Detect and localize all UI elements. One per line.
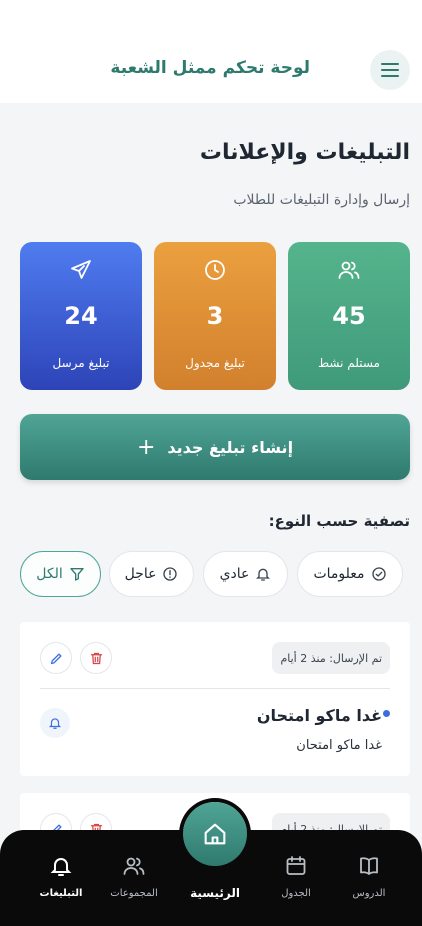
users-icon — [123, 857, 145, 875]
divider — [40, 688, 390, 689]
filter-chip-label: عادي — [219, 566, 250, 582]
stat-card-scheduled: 3 تبليغ مجدول — [154, 242, 276, 390]
menu-button[interactable] — [370, 50, 410, 90]
nav-label: التبليغات — [39, 888, 83, 899]
home-label: الرئيسية — [190, 886, 240, 900]
edit-button[interactable] — [40, 642, 72, 674]
bell-icon — [256, 568, 271, 581]
filter-label: تصفية حسب النوع: — [268, 512, 410, 530]
stat-label: تبليغ مرسل — [52, 356, 110, 370]
filter-chip-info[interactable]: معلومات — [297, 551, 403, 597]
send-icon — [71, 260, 91, 279]
stat-value: 45 — [332, 302, 366, 330]
unread-dot — [383, 710, 390, 717]
trash-icon — [90, 652, 102, 664]
calendar-icon — [286, 856, 306, 875]
clock-icon — [205, 260, 225, 280]
plus-icon: + — [136, 434, 156, 460]
app-title: لوحة تحكم ممثل الشعبة — [110, 58, 310, 78]
notification-body: غدا ماكو امتحان — [296, 738, 382, 753]
page-title: التبليغات والإعلانات — [199, 140, 410, 165]
create-notification-button[interactable]: إنشاء تبليغ جديد + — [20, 414, 410, 480]
stat-label: مستلم نشط — [318, 356, 380, 370]
pencil-icon — [50, 653, 61, 664]
nav-label: الدروس — [352, 888, 386, 899]
stat-card-active-recipients: 45 مستلم نشط — [288, 242, 410, 390]
delete-button[interactable] — [80, 642, 112, 674]
filter-chip-label: الكل — [36, 566, 63, 582]
filter-icon — [70, 568, 84, 581]
nav-item-notifications[interactable]: التبليغات — [26, 852, 96, 899]
nav-label: الجدول — [281, 888, 311, 899]
home-button[interactable] — [183, 802, 247, 866]
bell-icon — [50, 858, 72, 876]
stat-value: 3 — [206, 302, 224, 330]
check-circle-icon — [371, 567, 386, 581]
notification-type-bell — [40, 708, 70, 738]
stat-card-sent: 24 تبليغ مرسل — [20, 242, 142, 390]
notification-title: غدا ماكو امتحان — [256, 706, 382, 725]
stat-label: تبليغ مجدول — [185, 356, 245, 370]
create-button-label: إنشاء تبليغ جديد — [167, 437, 294, 457]
filter-chip-label: معلومات — [313, 566, 365, 582]
nav-item-groups[interactable]: المجموعات — [99, 852, 169, 899]
home-icon — [204, 823, 226, 845]
book-icon — [360, 857, 378, 875]
filter-chip-urgent[interactable]: عاجل — [109, 551, 194, 597]
top-bar: لوحة تحكم ممثل الشعبة — [0, 0, 422, 103]
nav-label: المجموعات — [110, 888, 158, 899]
filter-chip-label: عاجل — [124, 566, 157, 582]
filter-chip-normal[interactable]: عادي — [203, 551, 288, 597]
alert-circle-icon — [163, 567, 178, 581]
sent-time-badge: تم الإرسال: منذ 2 أيام — [272, 642, 390, 674]
nav-item-schedule[interactable]: الجدول — [261, 852, 331, 899]
users-icon — [338, 261, 360, 279]
stat-value: 24 — [64, 302, 98, 330]
nav-item-lessons[interactable]: الدروس — [334, 852, 404, 899]
menu-icon — [381, 63, 399, 77]
page-subtitle: إرسال وإدارة التبليغات للطلاب — [233, 192, 410, 208]
bell-icon — [48, 718, 62, 729]
filter-chip-all[interactable]: الكل — [20, 551, 101, 597]
notification-card: تم الإرسال: منذ 2 أيام غدا ماكو امتحان غ… — [20, 622, 410, 776]
